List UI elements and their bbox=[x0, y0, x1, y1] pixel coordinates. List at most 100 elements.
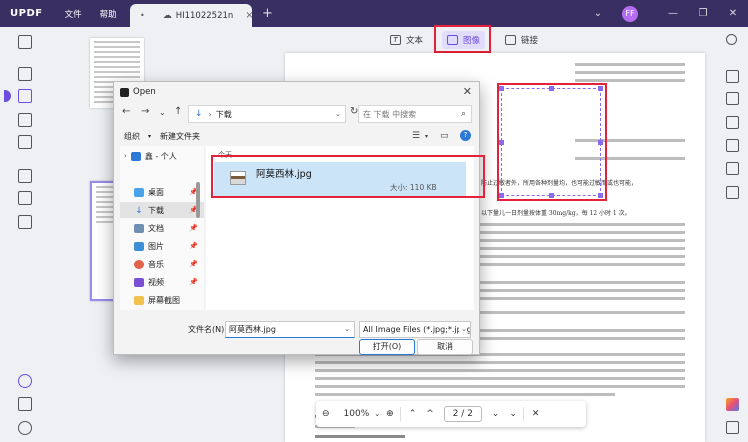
filename-input[interactable]: 阿莫西林.jpg ⌄ bbox=[225, 321, 355, 338]
resize-handle[interactable] bbox=[499, 86, 504, 91]
close-zoom-bar-icon[interactable]: ✕ bbox=[532, 409, 540, 419]
cancel-button[interactable]: 取消 bbox=[417, 339, 473, 355]
address-bar[interactable]: ↓ › 下载 ⌄ bbox=[188, 105, 346, 123]
sidebar-item-label: 视频 bbox=[148, 277, 164, 287]
up-arrow-icon[interactable]: ↑ bbox=[174, 106, 182, 117]
zoom-out-icon[interactable]: ⊖ bbox=[322, 409, 330, 419]
search-icon[interactable] bbox=[726, 34, 737, 45]
view-options-icon[interactable]: ☰ bbox=[412, 131, 420, 141]
organize-pages-icon[interactable] bbox=[18, 113, 32, 127]
avatar[interactable]: FF bbox=[622, 5, 638, 22]
reader-mode-icon[interactable] bbox=[18, 35, 32, 49]
app-logo: UPDF bbox=[10, 8, 43, 19]
convert-icon[interactable] bbox=[726, 70, 739, 83]
resize-handle[interactable] bbox=[499, 193, 504, 198]
ocr-icon[interactable] bbox=[18, 169, 32, 183]
chat-icon[interactable] bbox=[726, 421, 739, 434]
batch-icon[interactable] bbox=[726, 92, 739, 105]
sidebar-item-music[interactable]: 音乐 📌 bbox=[120, 256, 204, 272]
bookmark-icon[interactable] bbox=[18, 397, 32, 411]
sidebar-item-desktop[interactable]: 桌面 📌 bbox=[120, 184, 204, 200]
protect-right-icon[interactable] bbox=[726, 116, 739, 129]
add-link-label: 链接 bbox=[521, 36, 539, 46]
minimize-icon[interactable]: — bbox=[658, 8, 688, 19]
sidebar-item-label: 下载 bbox=[148, 205, 164, 215]
new-folder-button[interactable]: 新建文件夹 bbox=[160, 131, 200, 142]
menu-file[interactable]: 文件 bbox=[65, 8, 82, 20]
last-page-icon[interactable]: ⌄ bbox=[509, 409, 517, 419]
tab-title: HI11022521n bbox=[175, 10, 234, 21]
form-icon[interactable] bbox=[18, 135, 32, 149]
dialog-close-icon[interactable]: ✕ bbox=[463, 85, 472, 98]
resize-handle[interactable] bbox=[598, 140, 603, 145]
save-icon[interactable] bbox=[726, 186, 739, 199]
forward-arrow-icon[interactable]: → bbox=[141, 106, 149, 117]
restore-icon[interactable]: ❐ bbox=[688, 8, 718, 19]
zoom-in-icon[interactable]: ⊕ bbox=[386, 409, 394, 419]
sidebar-item-documents[interactable]: 文档 📌 bbox=[120, 220, 204, 236]
document-tab[interactable]: • ☁ HI11022521n × bbox=[130, 4, 254, 27]
email-icon[interactable] bbox=[726, 162, 739, 175]
prev-page-icon[interactable]: ^ bbox=[426, 409, 434, 419]
current-page: 2 bbox=[452, 409, 459, 419]
filename-dropdown-icon[interactable]: ⌄ bbox=[344, 322, 350, 337]
resize-handle[interactable] bbox=[549, 193, 554, 198]
sidebar-scrollbar[interactable] bbox=[196, 182, 200, 218]
pin-icon[interactable]: 📌 bbox=[189, 260, 198, 268]
ai-assistant-icon[interactable] bbox=[726, 398, 739, 411]
share-icon[interactable] bbox=[726, 139, 739, 152]
resize-handle[interactable] bbox=[549, 86, 554, 91]
add-text-button[interactable]: T 文本 bbox=[390, 31, 423, 49]
sidebar-item-screenshots[interactable]: 屏幕截图 bbox=[120, 292, 204, 308]
menu-help[interactable]: 帮助 bbox=[100, 8, 117, 20]
title-bar: UPDF 文件 帮助 • ☁ HI11022521n × + ⌄ FF — ❐ … bbox=[0, 0, 748, 27]
address-dropdown-icon[interactable]: ⌄ bbox=[335, 110, 341, 118]
first-page-icon[interactable]: ⌃ bbox=[409, 409, 417, 419]
collapse-handle[interactable] bbox=[4, 90, 11, 102]
zoom-dropdown-icon[interactable]: ⌄ bbox=[374, 410, 380, 418]
back-arrow-icon[interactable]: ← bbox=[122, 106, 130, 117]
layers-icon[interactable] bbox=[18, 374, 32, 388]
sidebar-item-pictures[interactable]: 图片 📌 bbox=[120, 238, 204, 254]
close-window-icon[interactable]: ✕ bbox=[718, 8, 748, 19]
expand-chevron-icon[interactable]: › bbox=[124, 152, 127, 160]
file-type-select[interactable]: All Image Files (*.jpg;*.jpeg;*. ⌄ bbox=[359, 321, 471, 338]
sidebar-item-label: 屏幕截图 bbox=[148, 295, 180, 305]
pin-icon[interactable]: 📌 bbox=[189, 224, 198, 232]
add-link-button[interactable]: 链接 bbox=[505, 31, 538, 49]
page-number-box[interactable]: 2 / 2 bbox=[443, 406, 482, 422]
sidebar-item-onedrive[interactable]: › 鑫 - 个人 bbox=[120, 148, 204, 164]
view-dropdown-icon[interactable]: ▾ bbox=[425, 133, 428, 140]
help-icon[interactable]: ? bbox=[460, 130, 471, 141]
resize-handle[interactable] bbox=[598, 86, 603, 91]
pin-icon[interactable]: 📌 bbox=[189, 278, 198, 286]
open-button[interactable]: 打开(O) bbox=[359, 339, 415, 355]
resize-handle[interactable] bbox=[598, 193, 603, 198]
close-tab-icon[interactable]: × bbox=[245, 10, 253, 21]
video-icon bbox=[134, 277, 144, 287]
search-icon: ⌕ bbox=[460, 109, 466, 119]
preview-pane-icon[interactable]: ▭ bbox=[440, 131, 449, 141]
file-type-dropdown-icon[interactable]: ⌄ bbox=[459, 322, 467, 337]
add-tab-icon[interactable]: + bbox=[262, 6, 273, 21]
comment-icon[interactable] bbox=[18, 67, 32, 81]
attachment-icon[interactable] bbox=[18, 421, 32, 435]
resize-handle[interactable] bbox=[499, 140, 504, 145]
protect-icon[interactable] bbox=[18, 215, 32, 229]
history-chevron-icon[interactable]: ⌄ bbox=[159, 108, 166, 117]
image-placeholder-frame[interactable] bbox=[499, 86, 603, 198]
search-input[interactable]: 在 下载 中搜索 ⌕ bbox=[358, 105, 472, 123]
edit-pdf-icon[interactable] bbox=[18, 89, 32, 103]
zoom-level[interactable]: 100% bbox=[344, 409, 370, 419]
organize-button[interactable]: 组织 bbox=[124, 131, 140, 142]
page-tools-icon[interactable] bbox=[18, 191, 32, 205]
pin-icon[interactable]: 📌 bbox=[189, 242, 198, 250]
file-item-highlight bbox=[211, 155, 485, 198]
sidebar-item-downloads[interactable]: ↓ 下载 📌 bbox=[120, 202, 204, 218]
sidebar-item-videos[interactable]: 视频 📌 bbox=[120, 274, 204, 290]
chevron-down-icon[interactable]: ⌄ bbox=[588, 8, 608, 19]
dialog-app-icon bbox=[120, 87, 129, 97]
tab-modified-dot-icon: • bbox=[140, 11, 145, 20]
next-page-icon[interactable]: ⌄ bbox=[492, 409, 500, 419]
organize-dropdown-icon[interactable]: ▾ bbox=[148, 133, 151, 140]
